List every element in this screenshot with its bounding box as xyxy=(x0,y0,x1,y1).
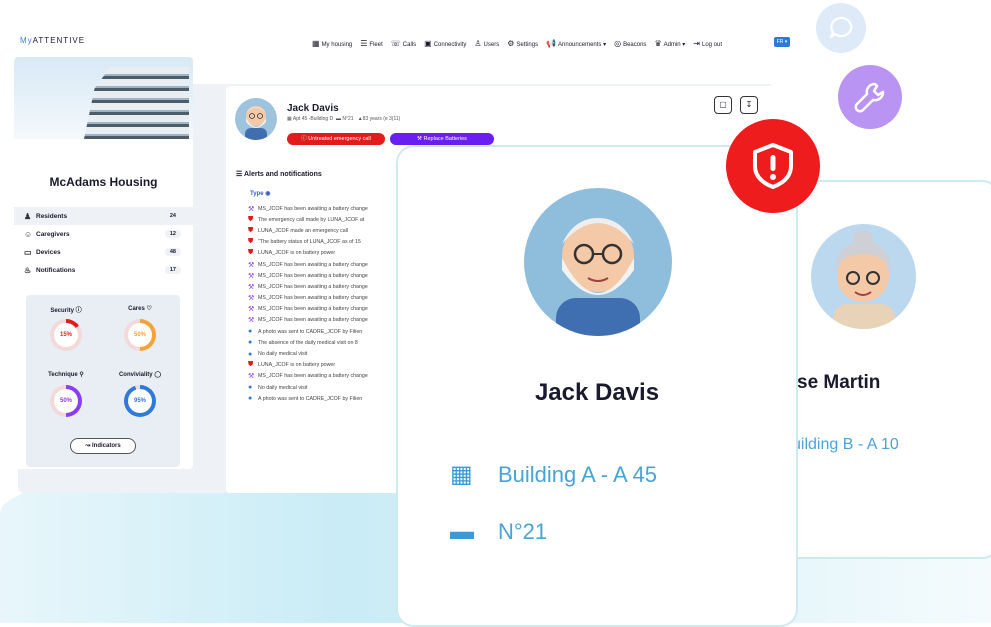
sidebar-item-devices[interactable]: ▭ Devices 48 xyxy=(14,243,193,261)
gauge-technique: Technique ⚲ 50% xyxy=(30,371,102,417)
wrench-tag-icon: ⚒ xyxy=(417,136,422,142)
gauge-security: Security ⓘ 15% xyxy=(30,305,102,351)
sidebar-item-notifications[interactable]: ♨ Notifications 17 xyxy=(14,261,193,279)
type-filter[interactable]: Type ◉ xyxy=(250,190,270,197)
gauge-conviviality: Conviviality ◯ 95% xyxy=(104,371,176,417)
nav-icon-5: ⚙ xyxy=(507,38,515,48)
gauge-cares: Cares ♡ 50% xyxy=(104,305,176,351)
wrench-alert-icon: ⚒ xyxy=(248,272,255,280)
bell-icon: ♨ xyxy=(24,265,32,275)
indicators-button[interactable]: ↝ Indicators xyxy=(70,438,136,454)
alert-icon: ⓘ xyxy=(301,136,307,142)
nav-item-0[interactable]: ▦ My housing xyxy=(312,39,352,48)
indicators-panel: Security ⓘ 15% Cares ♡ 50% Technique ⚲ 5… xyxy=(26,295,180,467)
heart-icon: ♡ xyxy=(146,306,152,312)
sidebar-item-residents[interactable]: ♟ Residents 24 xyxy=(14,207,193,225)
devices-icon: ▭ xyxy=(24,247,32,257)
resident-card-primary[interactable]: Jack Davis ▦ Building A - A 45 ▬ N°21 xyxy=(396,145,798,627)
chat-alert-icon: ● xyxy=(248,384,253,392)
box-icon[interactable]: ▢ xyxy=(714,96,732,114)
housing-sidebar: McAdams Housing ♟ Residents 24 ☺ Caregiv… xyxy=(14,57,193,469)
resident-card-secondary-building: uilding B - A 10 xyxy=(792,436,899,453)
building-card-icon: ▦ xyxy=(450,461,473,488)
nav-item-2[interactable]: ☏ Calls xyxy=(391,39,416,48)
notifications-count: 17 xyxy=(164,266,181,274)
nav-icon-9: ⇥ xyxy=(693,38,700,48)
nav-icon-3: ▣ xyxy=(424,38,432,48)
shield-alert-small-icon: ⛊ xyxy=(248,249,254,257)
batteries-tag[interactable]: ⚒ Replace Batteries xyxy=(390,133,494,145)
chat-alert-icon: ● xyxy=(248,350,253,358)
nav-item-4[interactable]: ♙ Users xyxy=(474,39,499,48)
wrench-alert-icon: ⚒ xyxy=(248,306,255,314)
devices-count: 48 xyxy=(164,248,181,256)
nav-icon-0: ▦ xyxy=(312,38,320,48)
housing-name: McAdams Housing xyxy=(49,175,158,189)
shield-alert-small-icon: ⛊ xyxy=(248,238,254,246)
resident-card-secondary-name: se Martin xyxy=(797,372,881,393)
nav-item-9[interactable]: ⇥ Log out xyxy=(693,39,722,48)
nav-icon-7: ◎ xyxy=(614,38,622,48)
resident-meta: ▦ Apt 45 -Building D ▬ N°21 ▲83 years (e… xyxy=(287,116,401,122)
resident-card-secondary-avatar xyxy=(811,224,916,329)
resident-avatar xyxy=(235,98,277,140)
bed-icon: ▬ xyxy=(335,116,341,122)
caregivers-count: 12 xyxy=(164,230,181,238)
wrench-alert-icon: ⚒ xyxy=(248,373,255,381)
nav-item-5[interactable]: ⚙ Settings xyxy=(507,39,538,48)
trend-icon: ↝ xyxy=(85,443,91,449)
caregivers-icon: ☺ xyxy=(24,229,33,239)
resident-name: Jack Davis xyxy=(287,103,339,114)
wrench-alert-icon: ⚒ xyxy=(248,283,255,291)
chat-alert-icon: ● xyxy=(248,395,253,403)
wrench-alert-icon: ⚒ xyxy=(248,317,255,325)
building-icon: ▦ xyxy=(287,116,292,122)
chat-alert-icon: ● xyxy=(248,339,253,347)
main-nav: ▦ My housing ☰ Fleet ☏ Calls ▣ Connectivity ♙ Use… xyxy=(312,28,722,58)
nav-icon-6: 📢 xyxy=(546,38,557,48)
sidebar-item-caregivers[interactable]: ☺ Caregivers 12 xyxy=(14,225,193,243)
chat-alert-icon: ● xyxy=(248,328,253,336)
resident-card-avatar xyxy=(524,188,672,336)
shield-alert-small-icon: ⛊ xyxy=(248,361,254,369)
nav-item-6[interactable]: 📢 Announcements ▾ xyxy=(546,39,606,48)
chat-bubble-icon xyxy=(816,3,866,53)
alerts-title: ☰ Alerts and notifications xyxy=(236,171,322,178)
shield-alert-icon xyxy=(726,119,820,213)
app-logo[interactable]: MyATTENTIVE xyxy=(20,36,85,45)
chat-small-icon: ◯ xyxy=(154,372,162,378)
security-icon: ⓘ xyxy=(75,308,82,314)
download-icon[interactable]: ↧ xyxy=(740,96,758,114)
nav-item-7[interactable]: ◎ Beacons xyxy=(614,39,646,48)
nav-item-1[interactable]: ☰ Fleet xyxy=(360,39,383,48)
nav-item-3[interactable]: ▣ Connectivity xyxy=(424,39,466,48)
top-navbar: MyATTENTIVE ▦ My housing ☰ Fleet ☏ Calls ▣ Conn… xyxy=(14,28,804,58)
shield-alert-small-icon: ⛊ xyxy=(248,215,254,223)
language-selector[interactable]: FR ▾ xyxy=(774,37,790,47)
shield-alert-small-icon: ⛊ xyxy=(248,226,254,234)
nav-icon-1: ☰ xyxy=(360,38,368,48)
resident-card-name: Jack Davis xyxy=(534,379,660,406)
nav-icon-8: ♛ xyxy=(654,38,662,48)
emergency-tag[interactable]: ⓘ Untreated emergency call xyxy=(287,133,385,145)
residents-count: 24 xyxy=(164,212,181,220)
wrench-alert-icon: ⚒ xyxy=(248,205,255,213)
bed-card-icon: ▬ xyxy=(450,518,474,545)
nav-icon-2: ☏ xyxy=(390,38,401,48)
building-photo xyxy=(14,57,193,139)
resident-card-building-row: ▦ Building A - A 45 xyxy=(450,461,658,488)
residents-icon: ♟ xyxy=(24,211,32,221)
wrench-alert-icon: ⚒ xyxy=(248,261,255,269)
sidebar-menu: ♟ Residents 24 ☺ Caregivers 12 ▭ Devices… xyxy=(14,207,193,279)
wrench-icon xyxy=(838,65,902,129)
list-icon: ☰ xyxy=(236,171,243,178)
resident-card-bed-row: ▬ N°21 xyxy=(450,518,548,545)
nav-item-8[interactable]: ♛ Admin ▾ xyxy=(654,39,685,48)
chevron-circle-icon: ◉ xyxy=(265,191,271,197)
wrench-small-icon: ⚲ xyxy=(79,372,84,378)
nav-icon-4: ♙ xyxy=(474,38,482,48)
wrench-alert-icon: ⚒ xyxy=(248,295,255,303)
